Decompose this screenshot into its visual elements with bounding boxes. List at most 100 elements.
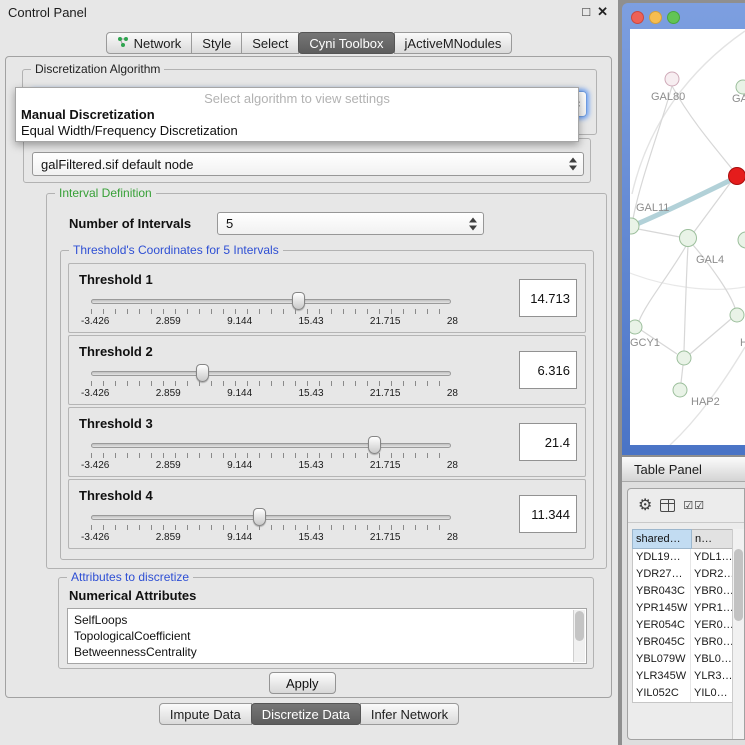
cell[interactable]: YPR145W xyxy=(633,600,691,617)
cell[interactable]: YBR0… xyxy=(691,634,735,651)
cell[interactable]: YBL0… xyxy=(691,651,735,668)
threshold-3-slider[interactable]: -3.426 2.859 9.144 15.43 21.715 28 xyxy=(91,436,451,476)
table-data-combobox[interactable]: galFiltered.sif default node xyxy=(32,152,584,176)
tab-infer-network[interactable]: Infer Network xyxy=(360,703,459,725)
column-header-shared-name[interactable]: shared… xyxy=(632,529,692,549)
dropdown-item-manual-discretization[interactable]: Manual Discretization xyxy=(16,107,578,123)
cell[interactable]: YLR3… xyxy=(691,668,735,685)
cell[interactable]: YDL1… xyxy=(691,549,735,566)
node-gcy1[interactable] xyxy=(630,320,642,334)
table-row[interactable]: YIL052C YIL0… xyxy=(633,685,735,702)
cell[interactable]: YDL19… xyxy=(633,549,691,566)
node-gal11[interactable] xyxy=(630,218,639,234)
scale-label: 28 xyxy=(447,388,458,399)
threshold-3-value-field[interactable]: 21.4 xyxy=(519,423,577,461)
tab-style[interactable]: Style xyxy=(191,32,242,54)
number-of-intervals-combobox[interactable]: 5 xyxy=(217,212,484,235)
close-traffic-light-icon[interactable] xyxy=(631,11,644,24)
node-label: GAL80 xyxy=(651,91,685,103)
tab-impute-data[interactable]: Impute Data xyxy=(159,703,252,725)
node-selected-red[interactable] xyxy=(729,168,745,185)
scale-label: 28 xyxy=(447,460,458,471)
slider-thumb[interactable] xyxy=(368,436,381,454)
number-of-intervals-label: Number of Intervals xyxy=(69,216,191,231)
table-row[interactable]: YBR045C YBR0… xyxy=(633,634,735,651)
threshold-4-slider[interactable]: -3.426 2.859 9.144 15.43 21.715 28 xyxy=(91,508,451,548)
zoom-traffic-light-icon[interactable] xyxy=(667,11,680,24)
slider-track[interactable] xyxy=(91,371,451,376)
threshold-1-slider[interactable]: -3.426 2.859 9.144 15.43 21.715 28 xyxy=(91,292,451,332)
cell[interactable]: YLR345W xyxy=(633,668,691,685)
interval-definition-group: Interval Definition Number of Intervals … xyxy=(46,193,607,569)
tab-cyni-toolbox[interactable]: Cyni Toolbox xyxy=(298,32,394,54)
cell[interactable]: YER0… xyxy=(691,617,735,634)
numerical-attributes-list[interactable]: SelfLoops TopologicalCoefficient Between… xyxy=(67,608,587,664)
scrollbar-thumb[interactable] xyxy=(575,611,584,641)
threshold-4-value-field[interactable]: 11.344 xyxy=(519,495,577,533)
tab-discretize-data[interactable]: Discretize Data xyxy=(251,703,361,725)
table-row[interactable]: YPR145W YPR1… xyxy=(633,600,735,617)
cell[interactable]: YBL079W xyxy=(633,651,691,668)
node[interactable] xyxy=(730,308,744,322)
gear-icon[interactable]: ⚙ xyxy=(638,498,652,514)
table-row[interactable]: YER054C YER0… xyxy=(633,617,735,634)
float-window-icon[interactable]: □ xyxy=(582,4,590,20)
slider-thumb[interactable] xyxy=(196,364,209,382)
cell[interactable]: YIL0… xyxy=(691,685,735,702)
slider-track[interactable] xyxy=(91,515,451,520)
attributes-to-discretize-group: Attributes to discretize Numerical Attri… xyxy=(58,577,594,669)
node[interactable] xyxy=(736,80,745,94)
cell[interactable]: YER054C xyxy=(633,617,691,634)
threshold-2-value-field[interactable]: 6.316 xyxy=(519,351,577,389)
node-gal80[interactable] xyxy=(665,72,679,86)
cell[interactable]: YBR043C xyxy=(633,583,691,600)
table-panel-titlebar[interactable]: Table Panel xyxy=(622,456,745,482)
cell[interactable]: YDR27… xyxy=(633,566,691,583)
cell[interactable]: YDR2… xyxy=(691,566,735,583)
node[interactable] xyxy=(677,351,691,365)
scale-label: -3.426 xyxy=(81,316,109,327)
node[interactable] xyxy=(738,232,745,248)
table-row[interactable]: YBR043C YBR0… xyxy=(633,583,735,600)
table-row[interactable]: YDR27… YDR2… xyxy=(633,566,735,583)
apply-button[interactable]: Apply xyxy=(269,672,336,694)
network-canvas[interactable]: GAL80 GA GAL11 GAL4 GCY1 H HAP2 xyxy=(630,29,745,445)
cell[interactable]: YIL052C xyxy=(633,685,691,702)
list-scrollbar[interactable] xyxy=(573,610,585,662)
select-columns-checkbox-icon[interactable]: ☑☑ xyxy=(683,499,705,512)
tab-jactivemnodules-label: jActiveMNodules xyxy=(405,36,502,51)
table-row[interactable]: YLR345W YLR3… xyxy=(633,668,735,685)
list-item[interactable]: BetweennessCentrality xyxy=(74,644,572,660)
column-header-name[interactable]: n… xyxy=(692,529,736,549)
slider-track[interactable] xyxy=(91,299,451,304)
cell[interactable]: YBR0… xyxy=(691,583,735,600)
cell[interactable]: YPR1… xyxy=(691,600,735,617)
list-item[interactable]: SelfLoops xyxy=(74,612,572,628)
scrollbar-thumb[interactable] xyxy=(734,549,743,621)
list-item[interactable]: TopologicalCoefficient xyxy=(74,628,572,644)
close-icon[interactable]: ✕ xyxy=(597,4,608,20)
node-gal4[interactable] xyxy=(680,230,697,247)
network-icon xyxy=(117,36,129,51)
node-label: H xyxy=(740,337,745,349)
threshold-1-value-field[interactable]: 14.713 xyxy=(519,279,577,317)
slider-thumb[interactable] xyxy=(253,508,266,526)
slider-scale-labels: -3.426 2.859 9.144 15.43 21.715 28 xyxy=(81,388,458,399)
slider-thumb[interactable] xyxy=(292,292,305,310)
tab-network[interactable]: Network xyxy=(106,32,193,54)
dropdown-placeholder-item[interactable]: Select algorithm to view settings xyxy=(16,90,578,107)
threshold-2-label: Threshold 2 xyxy=(79,344,153,359)
table-scrollbar[interactable] xyxy=(732,529,744,739)
dropdown-item-equal-width-frequency[interactable]: Equal Width/Frequency Discretization xyxy=(16,123,578,139)
tab-jactivemnodules[interactable]: jActiveMNodules xyxy=(394,32,513,54)
node-hap2[interactable] xyxy=(673,383,687,397)
cell[interactable]: YBR045C xyxy=(633,634,691,651)
threshold-2-slider[interactable]: -3.426 2.859 9.144 15.43 21.715 28 xyxy=(91,364,451,404)
slider-track[interactable] xyxy=(91,443,451,448)
table-row[interactable]: YBL079W YBL0… xyxy=(633,651,735,668)
columns-icon[interactable] xyxy=(660,499,675,512)
minimize-traffic-light-icon[interactable] xyxy=(649,11,662,24)
table-row[interactable]: YDL19… YDL1… xyxy=(633,549,735,566)
tab-select[interactable]: Select xyxy=(241,32,299,54)
attributes-group-title: Attributes to discretize xyxy=(67,570,193,584)
